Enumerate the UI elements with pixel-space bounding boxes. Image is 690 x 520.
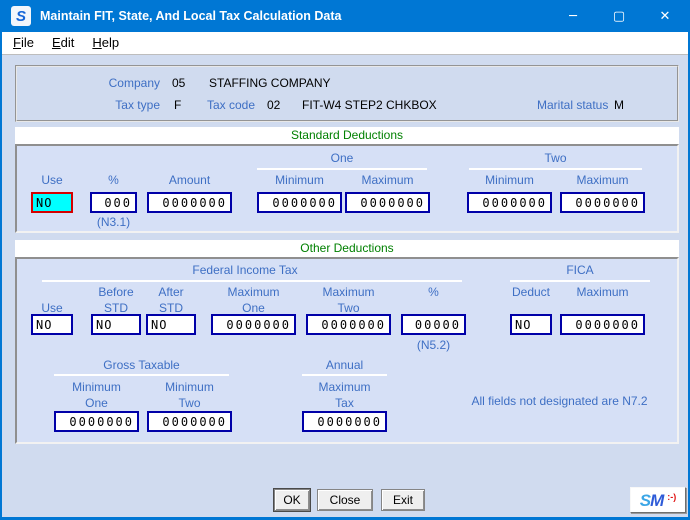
fit-percent-field[interactable]	[401, 314, 466, 335]
fica-group-underline	[510, 280, 650, 282]
fica-deduct-label: Deduct	[500, 285, 562, 299]
gross-min-one-label-line1: Minimum	[54, 380, 139, 394]
fica-maximum-label: Maximum	[560, 285, 645, 299]
fields-footnote: All fields not designated are N7.2	[447, 394, 672, 408]
fit-maximum-one-field[interactable]	[211, 314, 296, 335]
annual-max-label-line2: Tax	[302, 396, 387, 410]
gross-taxable-group-label: Gross Taxable	[54, 358, 229, 372]
std-one-maximum-label: Maximum	[345, 173, 430, 187]
std-group-two-label: Two	[469, 151, 642, 165]
fit-use-field[interactable]	[31, 314, 73, 335]
fica-deduct-field[interactable]	[510, 314, 552, 335]
tax-type-value: F	[174, 98, 181, 112]
std-group-two-underline	[469, 168, 642, 170]
std-amount-label: Amount	[147, 173, 232, 187]
sm-logo-button[interactable]: S M :-)	[630, 487, 686, 513]
gross-min-two-label-line1: Minimum	[147, 380, 232, 394]
window-title: Maintain FIT, State, And Local Tax Calcu…	[40, 9, 341, 23]
tax-code-value: 02	[267, 98, 280, 112]
company-label: Company	[92, 76, 160, 90]
company-name: STAFFING COMPANY	[209, 76, 331, 90]
std-two-maximum-label: Maximum	[560, 173, 645, 187]
fit-max-one-label-line2: One	[211, 301, 296, 315]
marital-status-value: M	[614, 98, 624, 112]
sm-logo-m: M	[650, 492, 664, 509]
tax-code-name: FIT-W4 STEP2 CHKBOX	[302, 98, 437, 112]
fica-maximum-field[interactable]	[560, 314, 645, 335]
client-area: Company 05 STAFFING COMPANY Tax type F T…	[2, 55, 688, 517]
tax-code-label: Tax code	[200, 98, 255, 112]
fit-max-one-label-line1: Maximum	[211, 285, 296, 299]
menu-edit[interactable]: Edit	[43, 34, 83, 52]
fit-group-underline	[42, 280, 462, 282]
ok-button[interactable]: OK	[274, 489, 310, 511]
annual-group-label: Annual	[302, 358, 387, 372]
fit-percent-label: %	[401, 285, 466, 299]
fit-use-label: Use	[31, 301, 73, 315]
gross-min-one-label-line2: One	[54, 396, 139, 410]
annual-maximum-tax-field[interactable]	[302, 411, 387, 432]
fit-after-label-line2: STD	[146, 301, 196, 315]
std-one-minimum-field[interactable]	[257, 192, 342, 213]
std-amount-field[interactable]	[147, 192, 232, 213]
fit-percent-note: (N5.2)	[401, 338, 466, 352]
std-two-maximum-field[interactable]	[560, 192, 645, 213]
gross-minimum-two-field[interactable]	[147, 411, 232, 432]
other-deductions-title: Other Deductions	[15, 240, 679, 257]
minimize-button[interactable]: ─	[550, 0, 596, 32]
company-header-box: Company 05 STAFFING COMPANY Tax type F T…	[15, 65, 679, 122]
std-percent-label: %	[90, 173, 137, 187]
std-two-minimum-field[interactable]	[467, 192, 552, 213]
annual-underline	[302, 374, 387, 376]
fit-before-label-line2: STD	[91, 301, 141, 315]
standard-deductions-panel: One Two Use % Amount Minimum Maximum Min…	[15, 144, 679, 233]
menu-help[interactable]: Help	[83, 34, 128, 52]
gross-minimum-one-field[interactable]	[54, 411, 139, 432]
fit-before-std-field[interactable]	[91, 314, 141, 335]
std-use-label: Use	[31, 173, 73, 187]
sm-logo-smiley: :-)	[667, 492, 676, 502]
menu-bar: File Edit Help	[2, 32, 688, 55]
annual-max-label-line1: Maximum	[302, 380, 387, 394]
gross-min-two-label-line2: Two	[147, 396, 232, 410]
company-code: 05	[172, 76, 185, 90]
gross-taxable-underline	[54, 374, 229, 376]
fit-max-two-label-line1: Maximum	[306, 285, 391, 299]
fica-group-label: FICA	[510, 263, 650, 277]
std-one-minimum-label: Minimum	[257, 173, 342, 187]
window-controls: ─ ▢ ✕	[550, 0, 688, 32]
exit-button[interactable]: Exit	[381, 489, 425, 511]
std-percent-note: (N3.1)	[90, 215, 137, 229]
title-bar: S Maintain FIT, State, And Local Tax Cal…	[2, 0, 688, 32]
marital-status-label: Marital status	[537, 98, 608, 112]
std-one-maximum-field[interactable]	[345, 192, 430, 213]
close-button-action[interactable]: Close	[317, 489, 373, 511]
close-button[interactable]: ✕	[642, 0, 688, 32]
std-percent-field[interactable]	[90, 192, 137, 213]
fit-after-label-line1: After	[146, 285, 196, 299]
fit-max-two-label-line2: Two	[306, 301, 391, 315]
standard-deductions-title: Standard Deductions	[15, 127, 679, 144]
other-deductions-panel: Federal Income Tax FICA Before After Max…	[15, 257, 679, 444]
std-use-field[interactable]	[31, 192, 73, 213]
tax-type-label: Tax type	[92, 98, 160, 112]
std-two-minimum-label: Minimum	[467, 173, 552, 187]
std-group-one-label: One	[257, 151, 427, 165]
fit-group-label: Federal Income Tax	[45, 263, 445, 277]
fit-after-std-field[interactable]	[146, 314, 196, 335]
fit-before-label-line1: Before	[91, 285, 141, 299]
menu-file[interactable]: File	[4, 34, 43, 52]
maximize-button[interactable]: ▢	[596, 0, 642, 32]
app-window: S Maintain FIT, State, And Local Tax Cal…	[0, 0, 690, 520]
fit-maximum-two-field[interactable]	[306, 314, 391, 335]
std-group-one-underline	[257, 168, 427, 170]
app-icon-letter: S	[16, 9, 26, 24]
app-icon: S	[11, 6, 31, 26]
